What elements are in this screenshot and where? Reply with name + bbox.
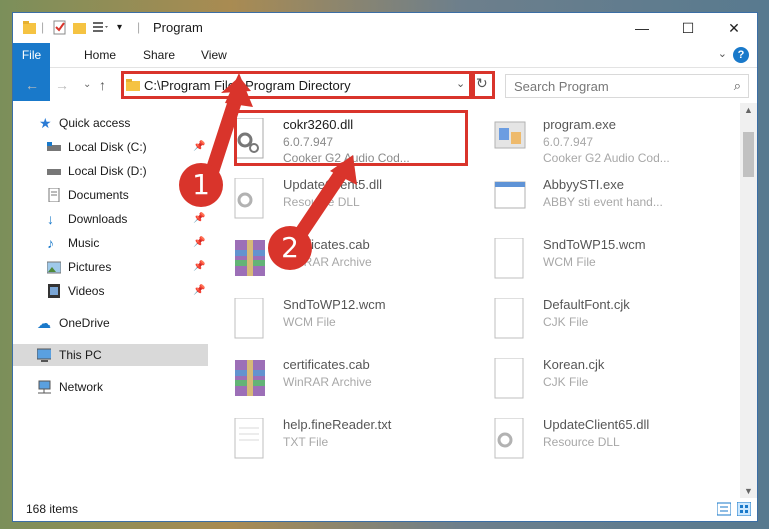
callout-badge-2: 2 [268,226,312,270]
explorer-window: | ▾ | Program — ☐ ✕ File Home Share View… [13,13,757,521]
callout-badge-1: 1 [179,163,223,207]
annotation-arrows [203,73,357,246]
